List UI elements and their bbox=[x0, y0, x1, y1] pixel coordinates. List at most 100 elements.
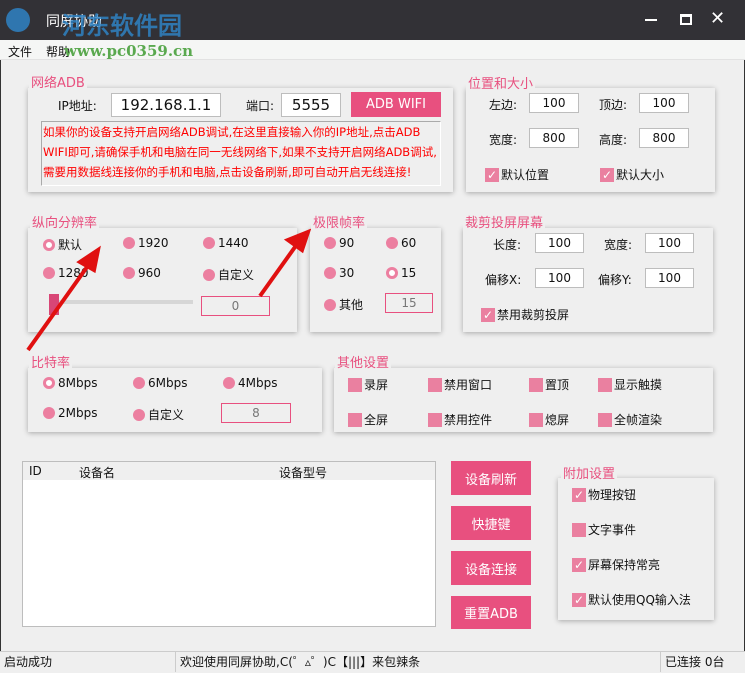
radio-selected-icon bbox=[43, 238, 55, 251]
radio-label: 15 bbox=[401, 266, 417, 280]
radio-icon bbox=[324, 237, 336, 249]
left-input[interactable]: 100 bbox=[529, 93, 579, 113]
radio-label: 960 bbox=[138, 266, 161, 280]
height-input[interactable]: 800 bbox=[639, 128, 689, 148]
other-checkbox[interactable]: 熄屏 bbox=[529, 411, 569, 428]
checkbox-label: 录屏 bbox=[364, 378, 389, 392]
crop-offy-input[interactable]: 100 bbox=[645, 268, 694, 288]
radio-icon bbox=[203, 237, 215, 249]
fps-group-title: 极限帧率 bbox=[311, 212, 368, 231]
shortcuts-button[interactable]: 快捷键 bbox=[451, 506, 531, 540]
fps-radio-90[interactable]: 90 bbox=[324, 236, 354, 250]
radio-icon bbox=[324, 267, 336, 279]
resolution-radio-custom[interactable]: 自定义 bbox=[203, 266, 254, 283]
adb-wifi-button[interactable]: ADB WIFI bbox=[351, 92, 441, 117]
crop-offx-input[interactable]: 100 bbox=[535, 268, 584, 288]
disable-crop-checkbox[interactable]: ✓ 禁用裁剪投屏 bbox=[481, 306, 569, 323]
fps-custom-input[interactable]: 15 bbox=[385, 293, 433, 313]
slider-thumb[interactable] bbox=[49, 294, 59, 315]
width-input[interactable]: 800 bbox=[529, 128, 579, 148]
resolution-radio-1440[interactable]: 1440 bbox=[203, 236, 249, 250]
extra-checkbox[interactable]: ✓ 屏幕保持常亮 bbox=[572, 556, 660, 573]
resolution-radio-1280[interactable]: 1280 bbox=[43, 266, 89, 280]
bitrate-radio-custom[interactable]: 自定义 bbox=[133, 406, 184, 423]
top-input[interactable]: 100 bbox=[639, 93, 689, 113]
ip-input[interactable]: 192.168.1.1 bbox=[111, 93, 221, 117]
other-checkbox[interactable]: 全屏 bbox=[348, 411, 388, 428]
radio-label: 2Mbps bbox=[58, 406, 98, 420]
checkbox-unchecked-icon bbox=[428, 377, 442, 392]
radio-selected-icon bbox=[43, 377, 55, 389]
radio-icon bbox=[133, 408, 145, 421]
checkbox-label: 默认大小 bbox=[616, 168, 665, 182]
adb-note-textarea[interactable]: 如果你的设备支持开启网络ADB调试,在这里直接输入你的IP地址,点击ADB WI… bbox=[41, 121, 441, 186]
checkbox-unchecked-icon bbox=[529, 377, 543, 392]
radio-label: 60 bbox=[401, 236, 417, 250]
checkbox-label: 全屏 bbox=[364, 413, 389, 427]
radio-icon bbox=[324, 298, 336, 311]
resolution-radio-960[interactable]: 960 bbox=[123, 266, 161, 280]
radio-label: 1440 bbox=[218, 236, 249, 250]
close-button[interactable]: ✕ bbox=[710, 8, 725, 29]
checkbox-label: 全帧渲染 bbox=[614, 413, 663, 427]
adb-group-title: 网络ADB bbox=[29, 72, 87, 91]
checkbox-unchecked-icon bbox=[598, 377, 612, 392]
bitrate-radio-4[interactable]: 4Mbps bbox=[223, 376, 277, 390]
menu-file[interactable]: 文件 bbox=[8, 43, 32, 60]
checkbox-unchecked-icon bbox=[572, 522, 586, 537]
connect-device-button[interactable]: 设备连接 bbox=[451, 551, 531, 585]
bitrate-radio-2[interactable]: 2Mbps bbox=[43, 406, 97, 420]
fps-radio-60[interactable]: 60 bbox=[386, 236, 416, 250]
extra-group-title: 附加设置 bbox=[561, 463, 618, 482]
height-label: 高度: bbox=[599, 133, 628, 147]
resolution-custom-input[interactable]: 0 bbox=[201, 296, 270, 316]
resolution-radio-1920[interactable]: 1920 bbox=[123, 236, 169, 250]
checkbox-label: 禁用控件 bbox=[444, 413, 493, 427]
minimize-button[interactable] bbox=[645, 13, 659, 27]
device-list[interactable]: ID 设备名 设备型号 bbox=[22, 461, 436, 627]
radio-label: 30 bbox=[339, 266, 355, 280]
other-checkbox[interactable]: 置顶 bbox=[529, 376, 569, 393]
default-size-checkbox[interactable]: ✓ 默认大小 bbox=[600, 166, 664, 183]
bitrate-radio-8[interactable]: 8Mbps bbox=[43, 376, 97, 390]
fps-radio-30[interactable]: 30 bbox=[324, 266, 354, 280]
column-id[interactable]: ID bbox=[29, 464, 42, 478]
other-checkbox[interactable]: 录屏 bbox=[348, 376, 388, 393]
fps-radio-other[interactable]: 其他 bbox=[324, 296, 363, 313]
refresh-devices-button[interactable]: 设备刷新 bbox=[451, 461, 531, 495]
resolution-radio-default[interactable]: 默认 bbox=[43, 236, 82, 253]
checkbox-unchecked-icon bbox=[598, 412, 612, 427]
other-checkbox[interactable]: 全帧渲染 bbox=[598, 411, 662, 428]
checkbox-unchecked-icon bbox=[529, 412, 543, 427]
checkbox-label: 文字事件 bbox=[588, 523, 637, 537]
maximize-button[interactable] bbox=[680, 14, 692, 25]
other-checkbox[interactable]: 显示触摸 bbox=[598, 376, 662, 393]
column-device-model[interactable]: 设备型号 bbox=[279, 464, 327, 481]
radio-label: 1920 bbox=[138, 236, 169, 250]
bitrate-custom-input[interactable]: 8 bbox=[221, 403, 291, 423]
check-icon: ✓ bbox=[572, 592, 586, 607]
bitrate-radio-6[interactable]: 6Mbps bbox=[133, 376, 187, 390]
other-checkbox[interactable]: 禁用窗口 bbox=[428, 376, 492, 393]
column-device-name[interactable]: 设备名 bbox=[79, 464, 115, 481]
watermark: 河东软件园 bbox=[62, 12, 182, 40]
extra-checkbox[interactable]: ✓ 默认使用QQ输入法 bbox=[572, 591, 691, 608]
port-input[interactable]: 5555 bbox=[281, 93, 341, 117]
extra-checkbox[interactable]: ✓ 物理按钮 bbox=[572, 486, 636, 503]
radio-icon bbox=[386, 237, 398, 249]
radio-icon bbox=[203, 268, 215, 281]
checkbox-unchecked-icon bbox=[348, 412, 362, 427]
radio-icon bbox=[223, 377, 235, 389]
reset-adb-button[interactable]: 重置ADB bbox=[451, 596, 531, 629]
extra-checkbox[interactable]: 文字事件 bbox=[572, 521, 636, 538]
check-icon: ✓ bbox=[481, 307, 495, 322]
checkbox-label: 默认使用QQ输入法 bbox=[588, 593, 691, 607]
crop-width-input[interactable]: 100 bbox=[645, 233, 694, 253]
other-checkbox[interactable]: 禁用控件 bbox=[428, 411, 492, 428]
fps-radio-15[interactable]: 15 bbox=[386, 266, 416, 280]
default-position-checkbox[interactable]: ✓ 默认位置 bbox=[485, 166, 549, 183]
checkbox-label: 禁用窗口 bbox=[444, 378, 493, 392]
crop-length-input[interactable]: 100 bbox=[535, 233, 584, 253]
resolution-slider[interactable] bbox=[55, 300, 193, 304]
radio-selected-icon bbox=[386, 267, 398, 279]
